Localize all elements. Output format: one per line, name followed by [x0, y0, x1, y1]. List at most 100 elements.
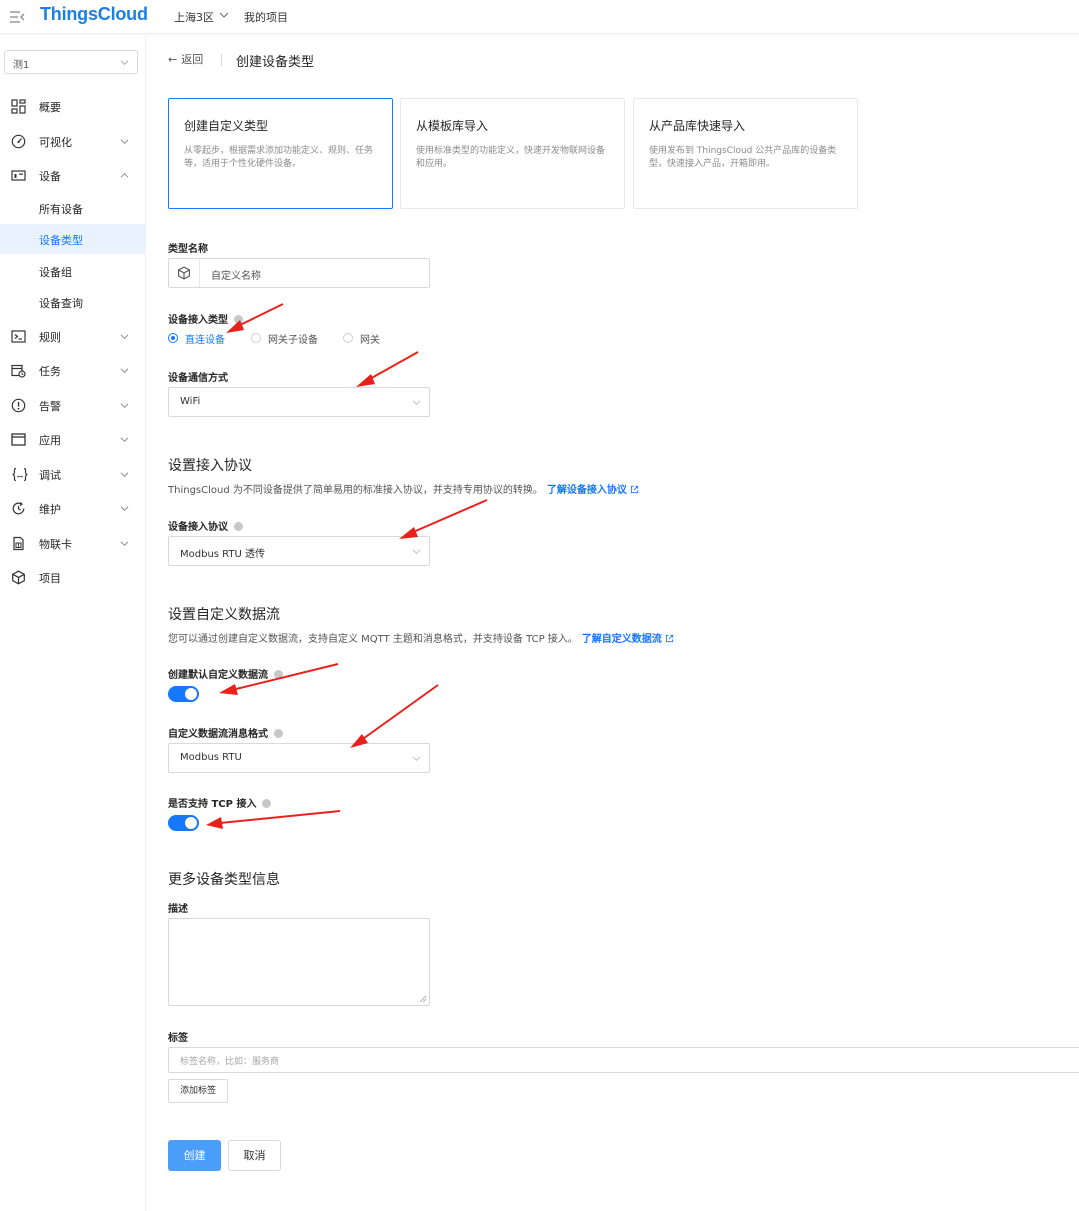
back-link[interactable]: ← 返回 [168, 51, 203, 67]
braces-icon [12, 467, 28, 482]
project-select[interactable]: 测1 [4, 50, 138, 74]
region-selector[interactable]: 上海3区 [174, 9, 214, 25]
stream-docs-link[interactable]: 了解自定义数据流 [582, 634, 662, 645]
sidebar-item-tasks[interactable]: 任务 [0, 355, 145, 385]
sidebar: 测1 概要 可视化 设备 所有设备 设备类型 设备组 设备查询 规则 任务 告警… [0, 35, 146, 1211]
description-textarea[interactable] [168, 918, 430, 1006]
card-desc: 使用发布到 ThingsCloud 公共产品库的设备类型，快速接入产品，开箱即用… [649, 146, 837, 169]
radio-dot [251, 333, 261, 343]
card-title: 从产品库快速导入 [649, 119, 746, 133]
help-icon[interactable] [274, 670, 283, 679]
sidebar-item-label: 项目 [39, 572, 61, 585]
default-stream-switch[interactable] [168, 686, 199, 702]
project-select-value: 测1 [13, 60, 30, 71]
default-stream-label: 创建默认自定义数据流 [168, 666, 283, 681]
help-icon[interactable] [274, 729, 283, 738]
sidebar-item-devices[interactable]: 设备 [0, 160, 145, 190]
help-icon[interactable] [234, 315, 243, 324]
tags-label: 标签 [168, 1033, 188, 1044]
sidebar-item-label: 任务 [39, 365, 61, 378]
add-tag-button[interactable]: 添加标签 [168, 1079, 228, 1103]
menu-collapse-icon[interactable] [8, 8, 26, 26]
sidebar-item-label: 调试 [39, 469, 61, 482]
help-icon[interactable] [262, 799, 272, 808]
sidebar-subitem-device-types[interactable]: 设备类型 [0, 224, 145, 254]
arrow-left-icon: ← [168, 53, 178, 66]
refresh-icon [12, 502, 25, 515]
sidebar-item-apps[interactable]: 应用 [0, 424, 145, 454]
type-name-label: 类型名称 [168, 244, 208, 255]
protocol-section-desc: ThingsCloud 为不同设备提供了简单易用的标准接入协议，并支持专用协议的… [168, 481, 639, 496]
sidebar-item-overview[interactable]: 概要 [0, 91, 145, 121]
chevron-up-icon [120, 172, 129, 178]
device-icon [11, 170, 26, 181]
card-custom-type[interactable]: 创建自定义类型 从零起步，根据需求添加功能定义、规则、任务等，适用于个性化硬件设… [168, 98, 393, 209]
type-name-input[interactable]: 自定义名称 [168, 258, 430, 288]
sidebar-item-label: 维护 [39, 503, 61, 516]
more-section-title: 更多设备类型信息 [168, 872, 280, 888]
card-desc: 使用标准类型的功能定义，快速开发物联网设备和应用。 [416, 146, 606, 169]
sidebar-item-alerts[interactable]: 告警 [0, 390, 145, 420]
sidebar-subitem-device-groups[interactable]: 设备组 [0, 256, 145, 286]
access-type-label-text: 设备接入类型 [168, 315, 228, 326]
sidebar-item-debug[interactable]: 调试 [0, 459, 145, 489]
stream-section-desc: 您可以通过创建自定义数据流，支持自定义 MQTT 主题和消息格式，并支持设备 T… [168, 630, 674, 645]
sidebar-subitem-label: 设备类型 [39, 234, 83, 247]
card-title: 从模板库导入 [416, 119, 489, 133]
chevron-down-icon [412, 756, 421, 762]
tag-input-placeholder: 标签名称，比如：服务商 [180, 1057, 280, 1067]
sidebar-item-label: 规则 [39, 331, 61, 344]
terminal-icon [11, 330, 26, 343]
create-button[interactable]: 创建 [168, 1140, 221, 1171]
select-value: Modbus RTU [180, 752, 242, 763]
select-value: Modbus RTU 透传 [180, 549, 265, 560]
sidebar-subitem-device-query[interactable]: 设备查询 [0, 287, 145, 317]
sidebar-item-maintenance[interactable]: 维护 [0, 493, 145, 523]
header-divider [221, 54, 222, 66]
thingscloud-logo[interactable]: ThingsCloud [40, 4, 148, 25]
resize-grip-icon[interactable] [419, 995, 427, 1003]
msg-format-select[interactable]: Modbus RTU [168, 743, 430, 773]
card-desc: 从零起步，根据需求添加功能定义、规则、任务等，适用于个性化硬件设备。 [184, 146, 374, 169]
sidebar-subitem-label: 设备查询 [39, 297, 83, 310]
access-type-label: 设备接入类型 [168, 311, 243, 326]
tcp-switch[interactable] [168, 815, 199, 831]
sidebar-subitem-all-devices[interactable]: 所有设备 [0, 193, 145, 223]
chevron-down-icon [120, 506, 129, 512]
protocol-select[interactable]: Modbus RTU 透传 [168, 536, 430, 566]
my-projects-link[interactable]: 我的项目 [244, 9, 288, 25]
chevron-down-icon[interactable] [219, 10, 229, 20]
external-link-icon[interactable] [665, 634, 674, 643]
cancel-button[interactable]: 取消 [228, 1140, 281, 1171]
tcp-label: 是否支持 TCP 接入 [168, 795, 272, 810]
description-label: 描述 [168, 904, 188, 915]
sidebar-item-visualization[interactable]: 可视化 [0, 126, 145, 156]
chevron-down-icon [412, 549, 421, 555]
comm-method-select[interactable]: WiFi [168, 387, 430, 417]
radio-dot [168, 333, 178, 343]
main-content: ← 返回 创建设备类型 创建自定义类型 从零起步，根据需求添加功能定义、规则、任务… [146, 35, 1079, 1211]
radio-label: 直连设备 [185, 335, 225, 346]
stream-section-title: 设置自定义数据流 [168, 607, 280, 623]
radio-dot [343, 333, 353, 343]
sidebar-item-rules[interactable]: 规则 [0, 321, 145, 351]
help-icon[interactable] [234, 522, 243, 531]
msg-format-label-text: 自定义数据流消息格式 [168, 729, 268, 740]
protocol-label: 设备接入协议 [168, 518, 243, 533]
tag-input[interactable]: 标签名称，比如：服务商 [168, 1047, 1079, 1073]
card-product-import[interactable]: 从产品库快速导入 使用发布到 ThingsCloud 公共产品库的设备类型，快速… [633, 98, 858, 209]
comm-method-label: 设备通信方式 [168, 373, 228, 384]
chevron-down-icon [120, 60, 129, 66]
sidebar-item-projects[interactable]: 项目 [0, 562, 145, 592]
sidebar-item-sim-card[interactable]: 物联卡 [0, 528, 145, 558]
radio-label: 网关子设备 [268, 335, 318, 346]
external-link-icon[interactable] [630, 485, 639, 494]
chevron-down-icon [120, 403, 129, 409]
protocol-docs-link[interactable]: 了解设备接入协议 [547, 485, 627, 496]
chevron-down-icon [120, 139, 129, 145]
default-stream-label-text: 创建默认自定义数据流 [168, 670, 268, 681]
card-template-import[interactable]: 从模板库导入 使用标准类型的功能定义，快速开发物联网设备和应用。 [400, 98, 625, 209]
alert-icon [11, 398, 26, 413]
window-icon [11, 433, 26, 446]
chevron-down-icon [120, 368, 129, 374]
